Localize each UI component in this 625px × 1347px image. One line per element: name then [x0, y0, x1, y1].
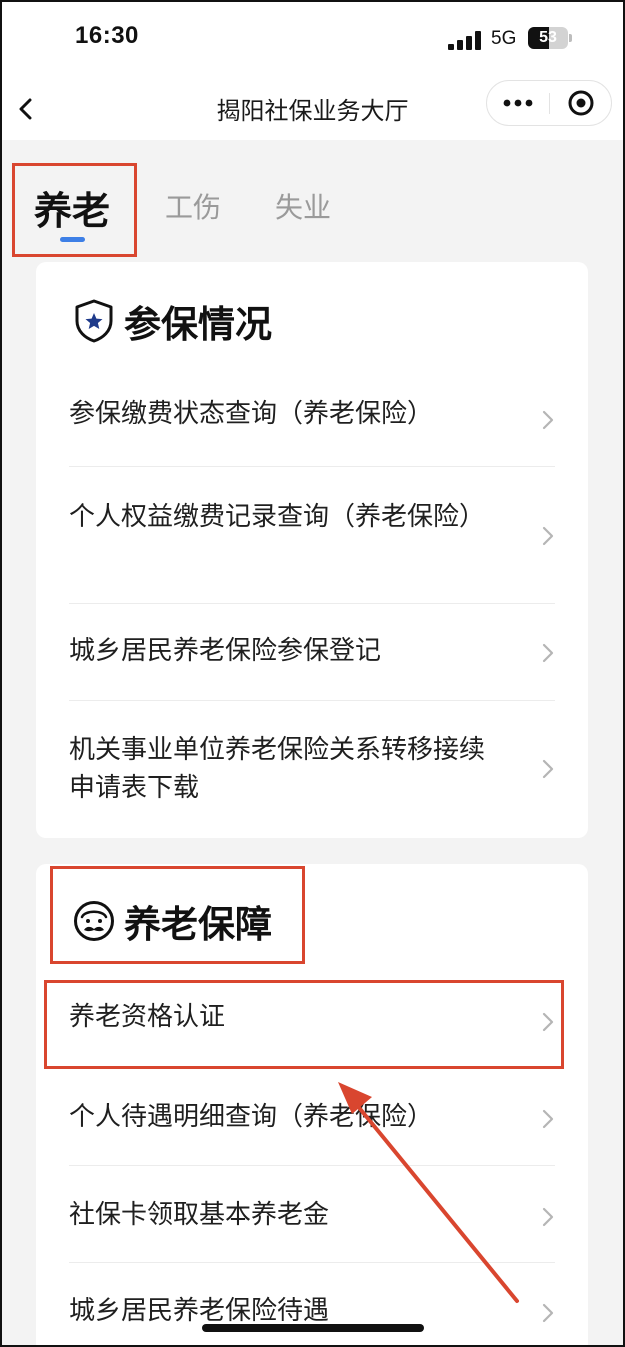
divider	[69, 700, 555, 701]
list-item[interactable]: 城乡居民养老保险参保登记	[69, 632, 555, 674]
tab-work-injury[interactable]: 工伤	[165, 186, 221, 226]
shield-star-icon	[75, 299, 113, 343]
list-item[interactable]: 养老资格认证	[69, 998, 555, 1046]
list-item-label: 社保卡领取基本养老金	[69, 1200, 330, 1230]
section-title: 养老保障	[124, 903, 272, 946]
divider	[69, 1067, 555, 1068]
elder-face-icon	[74, 901, 114, 941]
list-item-label: 城乡居民养老保险参保登记	[69, 636, 382, 666]
close-mini-program-button[interactable]	[550, 81, 612, 125]
list-item[interactable]: 参保缴费状态查询（养老保险）	[69, 395, 555, 444]
home-indicator[interactable]	[202, 1324, 424, 1332]
section-card-enrollment: 参保情况 参保缴费状态查询（养老保险） 个人权益缴费记录查询（养老保险） 城乡居…	[36, 262, 588, 838]
section-title: 参保情况	[124, 303, 272, 346]
section-header: 参保情况	[72, 294, 272, 348]
tab-unemployment[interactable]: 失业	[275, 186, 331, 226]
list-item[interactable]: 社保卡领取基本养老金	[69, 1196, 555, 1238]
divider	[69, 466, 555, 467]
list-item[interactable]: 个人待遇明细查询（养老保险）	[69, 1098, 555, 1140]
mini-program-capsule	[486, 80, 612, 126]
status-bar: 16:30 5G 53	[0, 0, 625, 78]
list-item-label: 个人待遇明细查询（养老保险）	[69, 1102, 434, 1132]
tab-active-indicator	[60, 237, 85, 242]
chevron-right-icon	[542, 526, 554, 546]
chevron-right-icon	[542, 1109, 554, 1129]
battery-icon: 53	[528, 27, 572, 49]
section-card-pension-security: 养老保障 养老资格认证 个人待遇明细查询（养老保险） 社保卡领取基本养老金 城乡…	[36, 864, 588, 1347]
list-item-label: 机关事业单位养老保险关系转移接续申请表下载	[69, 735, 486, 803]
cellular-signal-icon	[448, 30, 484, 50]
chevron-right-icon	[542, 1207, 554, 1227]
more-dots-icon	[503, 99, 533, 107]
chevron-right-icon	[542, 1012, 554, 1032]
divider	[69, 1165, 555, 1166]
list-item-label: 养老资格认证	[69, 1002, 226, 1032]
target-circle-icon	[568, 90, 594, 116]
list-item[interactable]: 个人权益缴费记录查询（养老保险）	[69, 498, 555, 574]
battery-level: 53	[539, 29, 557, 46]
more-button[interactable]	[487, 81, 549, 125]
divider	[69, 603, 555, 604]
chevron-right-icon	[542, 643, 554, 663]
chevron-right-icon	[542, 759, 554, 779]
network-type: 5G	[491, 28, 517, 49]
divider	[69, 1262, 555, 1263]
list-item-label: 个人权益缴费记录查询（养老保险）	[69, 502, 486, 532]
tab-pension[interactable]: 养老	[34, 180, 110, 235]
list-item-label: 参保缴费状态查询（养老保险）	[69, 399, 434, 429]
section-header: 养老保障	[72, 894, 272, 948]
chevron-right-icon	[542, 410, 554, 429]
nav-bar: 揭阳社保业务大厅	[0, 78, 625, 140]
chevron-right-icon	[542, 1303, 554, 1323]
list-item[interactable]: 机关事业单位养老保险关系转移接续申请表下载	[69, 731, 555, 807]
status-time: 16:30	[75, 22, 139, 49]
